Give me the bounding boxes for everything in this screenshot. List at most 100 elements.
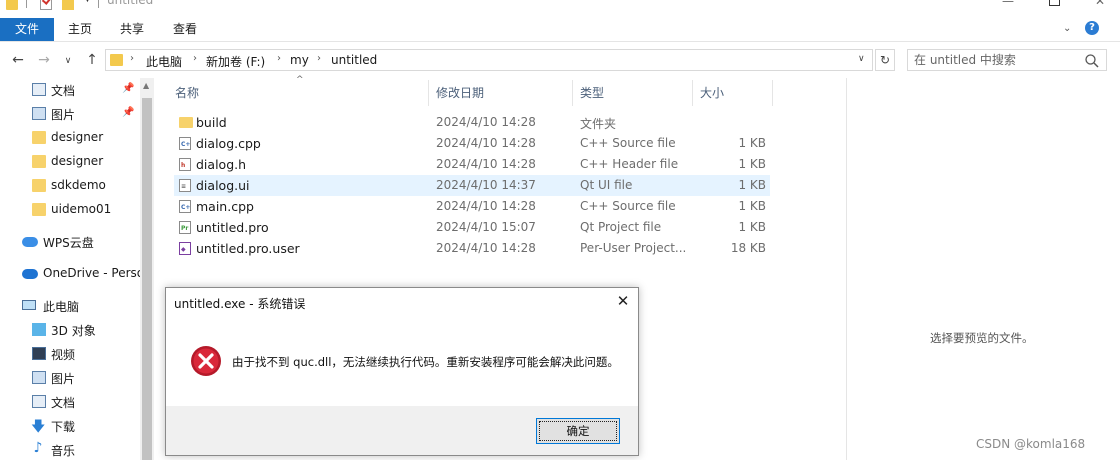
sidebar-item-label: 图片 [51, 108, 76, 122]
preview-pane-divider[interactable] [846, 78, 847, 460]
up-arrow-icon[interactable]: ↑ [84, 51, 100, 69]
sidebar-item-pictures-2[interactable]: 图片 [0, 367, 140, 389]
breadcrumb-drive[interactable]: 新加卷 (F:) [206, 53, 265, 70]
sort-ascending-icon: ^ [296, 75, 304, 85]
computer-icon [22, 300, 36, 310]
tab-share[interactable]: 共享 [108, 18, 156, 41]
title-bar: ▼ untitled — ✕ [0, 0, 1120, 12]
pin-icon[interactable]: 📌 [122, 107, 134, 118]
column-header-name[interactable]: 名称 [175, 80, 199, 106]
sidebar-item-uidemo01[interactable]: uidemo01 [0, 199, 140, 221]
tab-file[interactable]: 文件 [0, 18, 54, 41]
breadcrumb-this-pc[interactable]: 此电脑 [146, 53, 182, 70]
dialog-close-button[interactable]: ✕ [612, 291, 634, 311]
ok-button[interactable]: 确定 [536, 418, 620, 444]
sidebar-item-label: WPS云盘 [43, 236, 94, 250]
chevron-right-icon[interactable]: › [130, 53, 134, 64]
sidebar-item-downloads[interactable]: 🡇 下载 [0, 415, 140, 437]
document-icon [32, 83, 46, 96]
header-file-icon: h [179, 158, 191, 171]
sidebar-item-wps-cloud[interactable]: WPS云盘 [0, 231, 140, 253]
file-size: 18 KB [730, 241, 766, 255]
column-header-date[interactable]: 修改日期 [436, 80, 484, 106]
file-date: 2024/4/10 14:28 [436, 199, 536, 213]
file-size: 1 KB [738, 220, 766, 234]
sidebar-item-this-pc[interactable]: 此电脑 [0, 295, 140, 317]
sidebar-item-documents-2[interactable]: 文档 [0, 391, 140, 413]
chevron-down-icon[interactable]: ▼ [84, 0, 91, 10]
sidebar-item-sdkdemo[interactable]: sdkdemo [0, 175, 140, 197]
breadcrumb-untitled[interactable]: untitled [331, 53, 377, 67]
pro-file-icon: Pr [179, 221, 191, 234]
dialog-title: untitled.exe - 系统错误 [174, 297, 306, 311]
folder-icon [179, 117, 193, 128]
back-arrow-icon[interactable]: ← [10, 51, 26, 69]
ui-file-icon: ≡ [179, 179, 191, 192]
tab-home[interactable]: 主页 [56, 18, 104, 41]
file-date: 2024/4/10 14:37 [436, 178, 536, 192]
file-type: Qt Project file [580, 220, 662, 234]
scrollbar-thumb[interactable] [142, 98, 152, 460]
file-size: 1 KB [738, 157, 766, 171]
new-folder-icon[interactable] [62, 0, 74, 10]
file-name: untitled.pro.user [196, 241, 300, 256]
column-divider[interactable] [428, 80, 429, 106]
sidebar-item-label: 文档 [51, 396, 76, 410]
maximize-button[interactable] [1046, 0, 1062, 8]
folder-icon [32, 179, 46, 192]
chevron-down-icon[interactable]: ∨ [858, 54, 865, 64]
file-name: dialog.cpp [196, 136, 261, 151]
column-header-size[interactable]: 大小 [700, 80, 724, 106]
column-divider[interactable] [692, 80, 693, 106]
address-bar[interactable]: › 此电脑 › 新加卷 (F:) › my › untitled ∨ [105, 49, 873, 71]
file-row-untitled-pro-user[interactable]: ◆ untitled.pro.user 2024/4/10 14:28 Per-… [174, 238, 770, 259]
recent-locations-chevron-icon[interactable]: ∨ [60, 52, 76, 70]
search-input[interactable] [914, 52, 1074, 68]
forward-arrow-icon[interactable]: → [36, 51, 52, 69]
file-row-build[interactable]: build 2024/4/10 14:28 文件夹 [174, 112, 770, 133]
help-icon[interactable]: ? [1085, 21, 1099, 35]
sidebar-item-designer[interactable]: designer [0, 127, 140, 149]
refresh-button[interactable]: ↻ [875, 49, 895, 71]
minimize-button[interactable]: — [1000, 0, 1016, 8]
chevron-down-icon[interactable]: ⌄ [1063, 23, 1071, 34]
watermark: CSDN @komla168 [976, 437, 1086, 451]
search-box[interactable] [907, 49, 1107, 71]
column-divider[interactable] [572, 80, 573, 106]
onedrive-icon [22, 269, 38, 279]
column-divider[interactable] [772, 80, 773, 106]
sidebar-item-label: 视频 [51, 348, 76, 362]
sidebar-item-designer-2[interactable]: designer [0, 151, 140, 173]
file-row-dialog-cpp[interactable]: C+ dialog.cpp 2024/4/10 14:28 C++ Source… [174, 133, 770, 154]
sidebar-item-music[interactable]: ♪ 音乐 [0, 439, 140, 460]
sidebar-item-3d-objects[interactable]: 3D 对象 [0, 319, 140, 341]
column-header-type[interactable]: 类型 [580, 80, 604, 106]
chevron-right-icon[interactable]: › [277, 53, 281, 64]
sidebar-item-label: 下载 [51, 420, 76, 434]
sidebar-item-label: 此电脑 [43, 300, 80, 314]
sidebar-item-videos[interactable]: 视频 [0, 343, 140, 365]
chevron-right-icon[interactable]: › [193, 53, 197, 64]
close-window-button[interactable]: ✕ [1092, 0, 1108, 8]
pin-icon[interactable]: 📌 [122, 83, 134, 94]
file-row-main-cpp[interactable]: C+ main.cpp 2024/4/10 14:28 C++ Source f… [174, 196, 770, 217]
breadcrumb-my[interactable]: my [290, 53, 309, 67]
file-row-dialog-ui[interactable]: ≡ dialog.ui 2024/4/10 14:37 Qt UI file 1… [174, 175, 770, 196]
properties-check-icon[interactable] [40, 0, 52, 10]
sidebar-item-label: designer [51, 154, 104, 168]
file-row-untitled-pro[interactable]: Pr untitled.pro 2024/4/10 15:07 Qt Proje… [174, 217, 770, 238]
folder-icon[interactable] [6, 0, 18, 10]
folder-icon [110, 54, 123, 66]
file-row-dialog-h[interactable]: h dialog.h 2024/4/10 14:28 C++ Header fi… [174, 154, 770, 175]
folder-icon [32, 131, 46, 144]
sidebar-item-documents[interactable]: 文档 📌 [0, 79, 140, 101]
scroll-up-icon[interactable]: ▲ [143, 81, 149, 90]
sidebar-item-label: sdkdemo [51, 178, 106, 192]
sidebar-item-pictures[interactable]: 图片 📌 [0, 103, 140, 125]
sidebar-item-onedrive[interactable]: OneDrive - Perso [0, 263, 140, 285]
tab-view[interactable]: 查看 [161, 18, 209, 41]
error-icon [191, 346, 221, 376]
chevron-right-icon[interactable]: › [317, 53, 321, 64]
sidebar-item-label: OneDrive - Perso [43, 266, 140, 280]
search-icon[interactable] [1084, 53, 1100, 69]
